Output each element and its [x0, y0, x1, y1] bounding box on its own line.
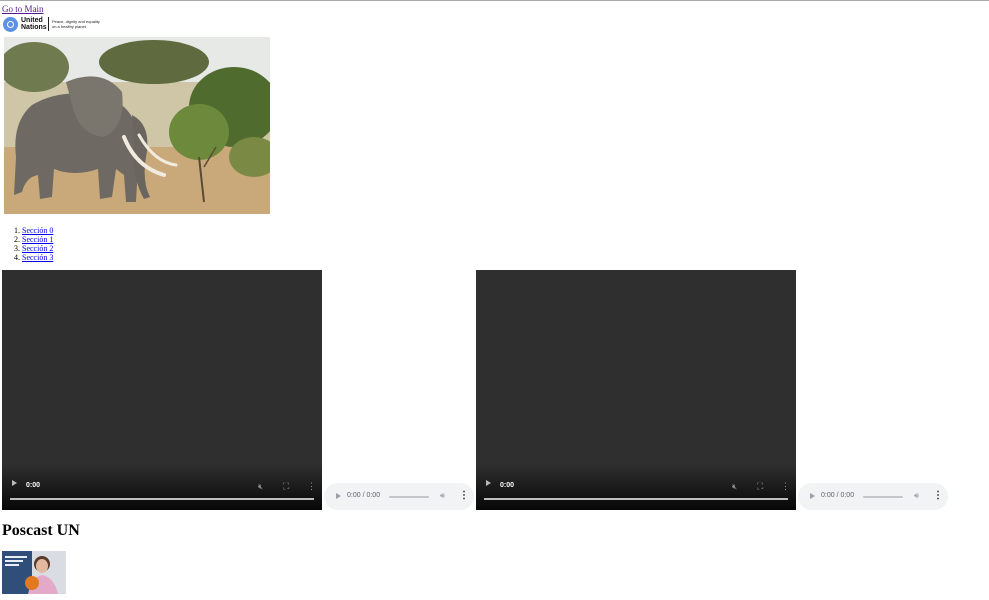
more-options-icon[interactable]: ⋮	[307, 481, 316, 492]
top-border	[0, 0, 989, 1]
audio-progress-bar[interactable]	[389, 496, 429, 498]
hero-elephant-image	[4, 37, 270, 214]
video-time: 0:00	[26, 482, 41, 489]
mute-icon[interactable]: 🔇︎	[258, 482, 263, 492]
section-list-item: Sección 2	[22, 244, 53, 253]
video-time: 0:00	[500, 482, 515, 489]
volume-icon[interactable]: 🔊︎	[440, 491, 445, 501]
play-icon[interactable]	[12, 480, 17, 486]
podcast-thumbnail[interactable]	[2, 551, 66, 594]
video-controls-shade	[2, 464, 322, 510]
podcast-thumbnail-image	[2, 551, 66, 594]
fullscreen-icon[interactable]: ⛶	[283, 481, 289, 492]
audio-progress-bar[interactable]	[863, 496, 903, 498]
mute-icon[interactable]: 🔇︎	[732, 482, 737, 492]
video-progress-bar[interactable]	[10, 498, 314, 500]
volume-icon[interactable]: 🔊︎	[914, 491, 919, 501]
elephant-photo	[4, 37, 270, 214]
audio-time: 0:00 / 0:00	[821, 492, 855, 499]
un-logo-wordmark: United Nations	[21, 17, 47, 31]
section-link-0[interactable]: Sección 0	[22, 226, 53, 235]
un-logo-tagline: Peace, dignity and equality on a healthy…	[52, 19, 100, 29]
section-list: Sección 0 Sección 1 Sección 2 Sección 3	[2, 226, 53, 262]
podcast-heading: Poscast UN	[2, 522, 80, 539]
section-link-2[interactable]: Sección 2	[22, 244, 53, 253]
audio-time: 0:00 / 0:00	[347, 492, 381, 499]
more-options-icon[interactable]: ⋮	[933, 490, 943, 501]
video-progress-bar[interactable]	[484, 498, 788, 500]
section-list-item: Sección 3	[22, 253, 53, 262]
play-icon[interactable]	[486, 480, 491, 486]
more-options-icon[interactable]: ⋮	[459, 490, 469, 501]
section-list-item: Sección 1	[22, 235, 53, 244]
play-icon[interactable]	[810, 493, 815, 499]
un-emblem-icon	[3, 16, 18, 32]
audio-player-2[interactable]: 0:00 / 0:00 🔊︎ ⋮	[798, 483, 948, 510]
play-icon[interactable]	[336, 493, 341, 499]
skip-to-main-link[interactable]: Go to Main	[2, 4, 44, 14]
more-options-icon[interactable]: ⋮	[781, 481, 790, 492]
logo-divider	[48, 17, 49, 31]
fullscreen-icon[interactable]: ⛶	[757, 481, 763, 492]
video-controls-shade	[476, 464, 796, 510]
video-player-2[interactable]: 0:00 🔇︎ ⛶ ⋮	[476, 270, 796, 510]
section-link-3[interactable]: Sección 3	[22, 253, 53, 262]
video-player-1[interactable]: 0:00 🔇︎ ⛶ ⋮	[2, 270, 322, 510]
audio-player-1[interactable]: 0:00 / 0:00 🔊︎ ⋮	[324, 483, 474, 510]
un-logo[interactable]: United Nations Peace, dignity and equali…	[3, 15, 107, 33]
section-link-1[interactable]: Sección 1	[22, 235, 53, 244]
section-list-item: Sección 0	[22, 226, 53, 235]
